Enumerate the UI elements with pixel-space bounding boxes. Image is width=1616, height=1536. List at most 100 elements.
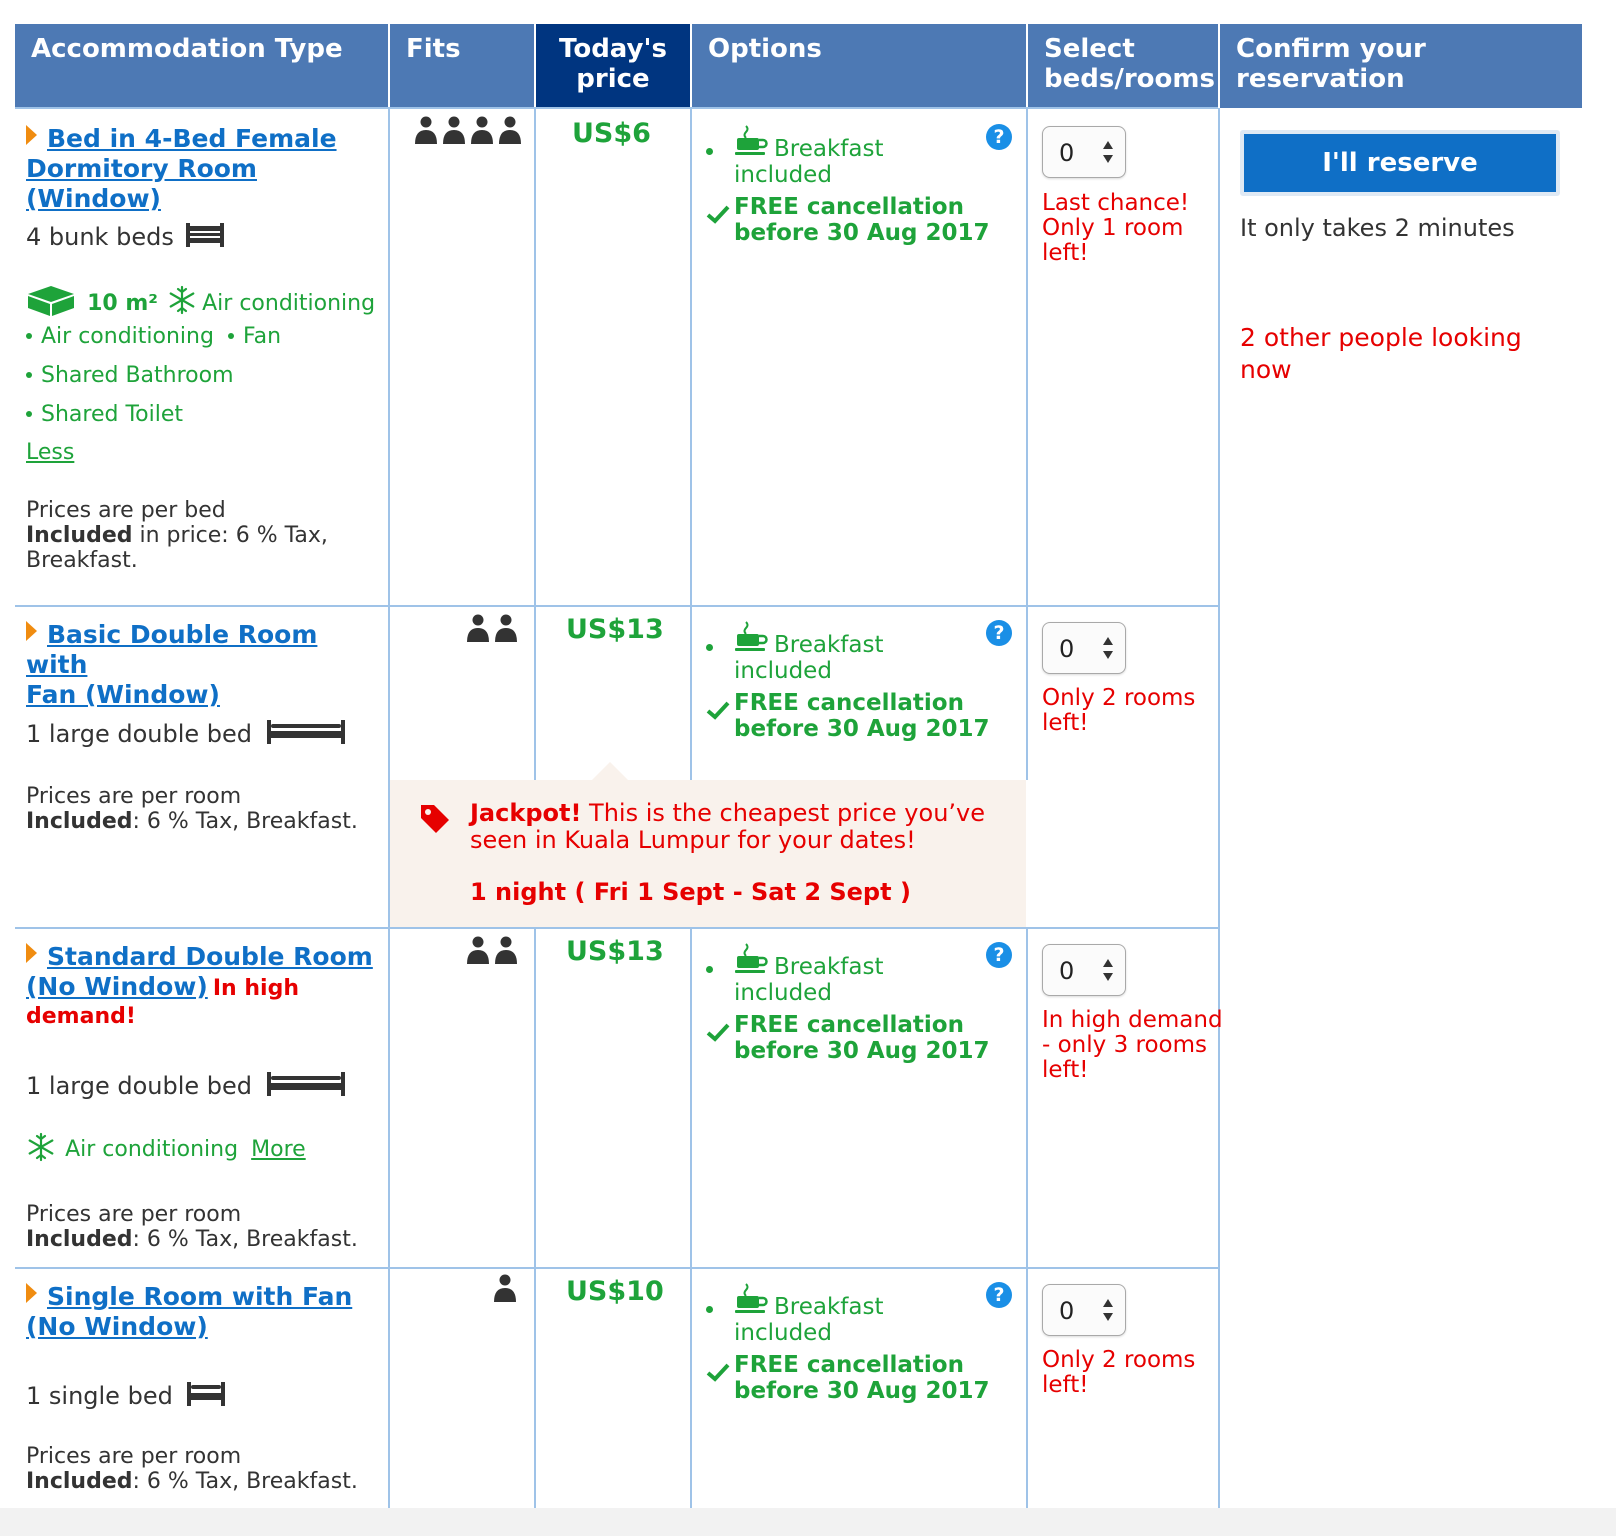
room-size: 10 m² Air conditioning xyxy=(26,284,375,318)
free-cancellation: FREE cancellation before 30 Aug 2017 xyxy=(734,1352,990,1404)
double-bed-icon xyxy=(266,1072,345,1096)
grid-line xyxy=(1026,928,1028,1508)
availability-note: Only 2 rooms left! xyxy=(1042,1347,1196,1398)
person-icon xyxy=(415,116,521,144)
reserve-button[interactable]: I'll reserve xyxy=(1240,130,1560,196)
reserve-note: It only takes 2 minutes xyxy=(1240,214,1515,242)
fits-2-persons xyxy=(466,614,520,648)
jackpot-dates: 1 night ( Fri 1 Sept - Sat 2 Sept ) xyxy=(470,878,911,906)
person-icon xyxy=(467,936,517,964)
price-note: Prices are per bed Included in price: 6 … xyxy=(26,498,328,573)
bullet xyxy=(26,411,32,417)
bullet xyxy=(706,966,713,973)
fits-2-persons xyxy=(466,936,520,970)
price-note: Prices are per room Included: 6 % Tax, B… xyxy=(26,1202,358,1252)
price: US$10 xyxy=(566,1276,664,1307)
options-cell: Breakfast included FREE cancellation befo… xyxy=(706,942,1026,1082)
checkmark-icon xyxy=(706,1023,730,1042)
grid-line xyxy=(690,108,692,780)
price: US$13 xyxy=(566,936,664,967)
snowflake-icon xyxy=(169,285,195,315)
expand-triangle-icon xyxy=(26,621,37,641)
grid-line xyxy=(15,605,1218,607)
jackpot-banner: Jackpot! This is the cheapest price you’… xyxy=(390,762,1026,927)
help-icon[interactable]: ? xyxy=(986,942,1012,968)
grid-line xyxy=(15,107,1218,109)
help-icon[interactable]: ? xyxy=(986,620,1012,646)
checkmark-icon xyxy=(706,1363,730,1382)
room-row-basic-double: Basic Double Room with Fan (Window) xyxy=(26,620,386,710)
room-name-link[interactable]: Standard Double Room xyxy=(47,942,373,971)
people-looking-note: 2 other people looking now xyxy=(1240,323,1522,384)
fits-1-person xyxy=(492,1274,518,1308)
grid-line xyxy=(690,928,692,1508)
bullet xyxy=(227,333,234,339)
availability-note: Only 2 rooms left! xyxy=(1042,685,1196,736)
jackpot-message: Jackpot! This is the cheapest price you’… xyxy=(470,799,985,854)
banner-pointer xyxy=(592,762,628,780)
stepper-arrows-icon xyxy=(1103,959,1113,981)
bed-info: 1 large double bed xyxy=(26,1070,346,1100)
double-bed-icon xyxy=(266,720,345,744)
bed-info: 1 large double bed xyxy=(26,718,346,748)
header-fits: Fits xyxy=(390,24,534,108)
grid-line xyxy=(1026,108,1028,780)
header-todays-price: Today's price xyxy=(536,24,690,108)
rooms-quantity-select[interactable]: 0 xyxy=(1042,944,1126,996)
availability-note: Last chance! Only 1 room left! xyxy=(1042,190,1190,266)
header-options: Options xyxy=(692,24,1026,108)
grid-line xyxy=(15,927,1218,929)
rooms-quantity-select[interactable]: 0 xyxy=(1042,622,1126,674)
free-cancellation: FREE cancellation before 30 Aug 2017 xyxy=(734,194,990,246)
price: US$6 xyxy=(572,118,651,149)
room-name-link[interactable]: Bed in 4-Bed Female Dormitory Room (Windo… xyxy=(26,124,386,214)
snowflake-icon xyxy=(28,1132,54,1162)
high-demand-badge: demand! xyxy=(26,1004,136,1029)
bullet xyxy=(706,644,713,651)
help-icon[interactable]: ? xyxy=(986,124,1012,150)
grid-line xyxy=(15,1267,1218,1269)
person-icon xyxy=(467,614,517,642)
expand-triangle-icon xyxy=(26,1283,37,1303)
room-name-link[interactable]: Single Room with Fan (No Window) xyxy=(26,1282,386,1342)
expand-triangle-icon xyxy=(26,125,37,145)
header-confirm: Confirm your reservation xyxy=(1220,24,1582,108)
page-footer-strip xyxy=(0,1508,1616,1536)
less-link[interactable]: Less xyxy=(26,440,74,466)
bullet xyxy=(706,1306,713,1313)
rooms-quantity-select[interactable]: 0 xyxy=(1042,126,1126,178)
expand-triangle-icon xyxy=(26,943,37,963)
options-cell: Breakfast included FREE cancellation befo… xyxy=(706,1282,1026,1422)
price-note: Prices are per room Included: 6 % Tax, B… xyxy=(26,784,358,834)
feature-row: Air conditioning More xyxy=(26,1132,306,1163)
options-cell: Breakfast included FREE cancellation befo… xyxy=(706,620,1026,760)
stepper-arrows-icon xyxy=(1103,637,1113,659)
stepper-arrows-icon xyxy=(1103,141,1113,163)
free-cancellation: FREE cancellation before 30 Aug 2017 xyxy=(734,1012,990,1064)
room-size-icon xyxy=(28,286,74,316)
rooms-quantity-select[interactable]: 0 xyxy=(1042,1284,1126,1336)
stepper-arrows-icon xyxy=(1103,1299,1113,1321)
bed-info: 4 bunk beds xyxy=(26,221,225,251)
header-accommodation-type: Accommodation Type xyxy=(15,24,388,108)
room-name-link[interactable]: (No Window) xyxy=(26,972,208,1001)
bullet xyxy=(26,372,32,378)
room-row-single: Single Room with Fan (No Window) xyxy=(26,1282,386,1342)
room-row-dormitory: Bed in 4-Bed Female Dormitory Room (Windo… xyxy=(26,124,386,214)
checkmark-icon xyxy=(706,701,730,720)
grid-line xyxy=(1218,108,1220,1508)
person-icon xyxy=(494,1274,516,1302)
header-select-rooms: Select beds/rooms xyxy=(1028,24,1218,108)
help-icon[interactable]: ? xyxy=(986,1282,1012,1308)
free-cancellation: FREE cancellation before 30 Aug 2017 xyxy=(734,690,990,742)
more-link[interactable]: More xyxy=(251,1137,306,1162)
price-tag-icon xyxy=(421,805,449,833)
options-cell: Breakfast included FREE cancellation befo… xyxy=(706,124,1026,264)
feature-list: Air conditioning Fan Shared Bathroom Shar… xyxy=(26,324,281,441)
fits-4-persons xyxy=(414,116,524,150)
room-row-standard-double: Standard Double Room (No Window) In high… xyxy=(26,942,386,1032)
price-note: Prices are per room Included: 6 % Tax, B… xyxy=(26,1444,358,1494)
room-name-link[interactable]: Basic Double Room with Fan (Window) xyxy=(26,620,386,710)
high-demand-badge: In high xyxy=(212,976,299,1001)
bullet xyxy=(26,333,32,339)
